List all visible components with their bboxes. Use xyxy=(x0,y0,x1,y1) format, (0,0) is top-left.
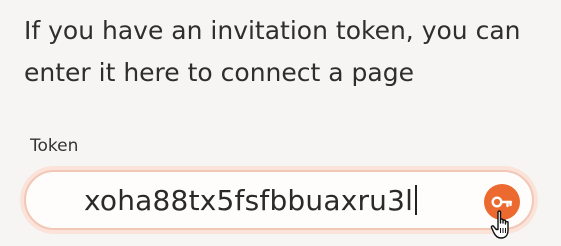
key-icon xyxy=(491,196,513,208)
intro-text: If you have an invitation token, you can… xyxy=(24,16,521,87)
token-label: Token xyxy=(30,136,79,156)
token-input-value[interactable]: xoha88tx5fsfbbuaxru3l xyxy=(84,183,418,219)
connect-page-panel: If you have an invitation token, you can… xyxy=(0,0,561,246)
token-text: xoha88tx5fsfbbuaxru3l xyxy=(84,184,414,217)
submit-token-button[interactable] xyxy=(484,184,520,220)
text-caret xyxy=(415,185,418,215)
token-input[interactable]: xoha88tx5fsfbbuaxru3l xyxy=(24,170,534,230)
